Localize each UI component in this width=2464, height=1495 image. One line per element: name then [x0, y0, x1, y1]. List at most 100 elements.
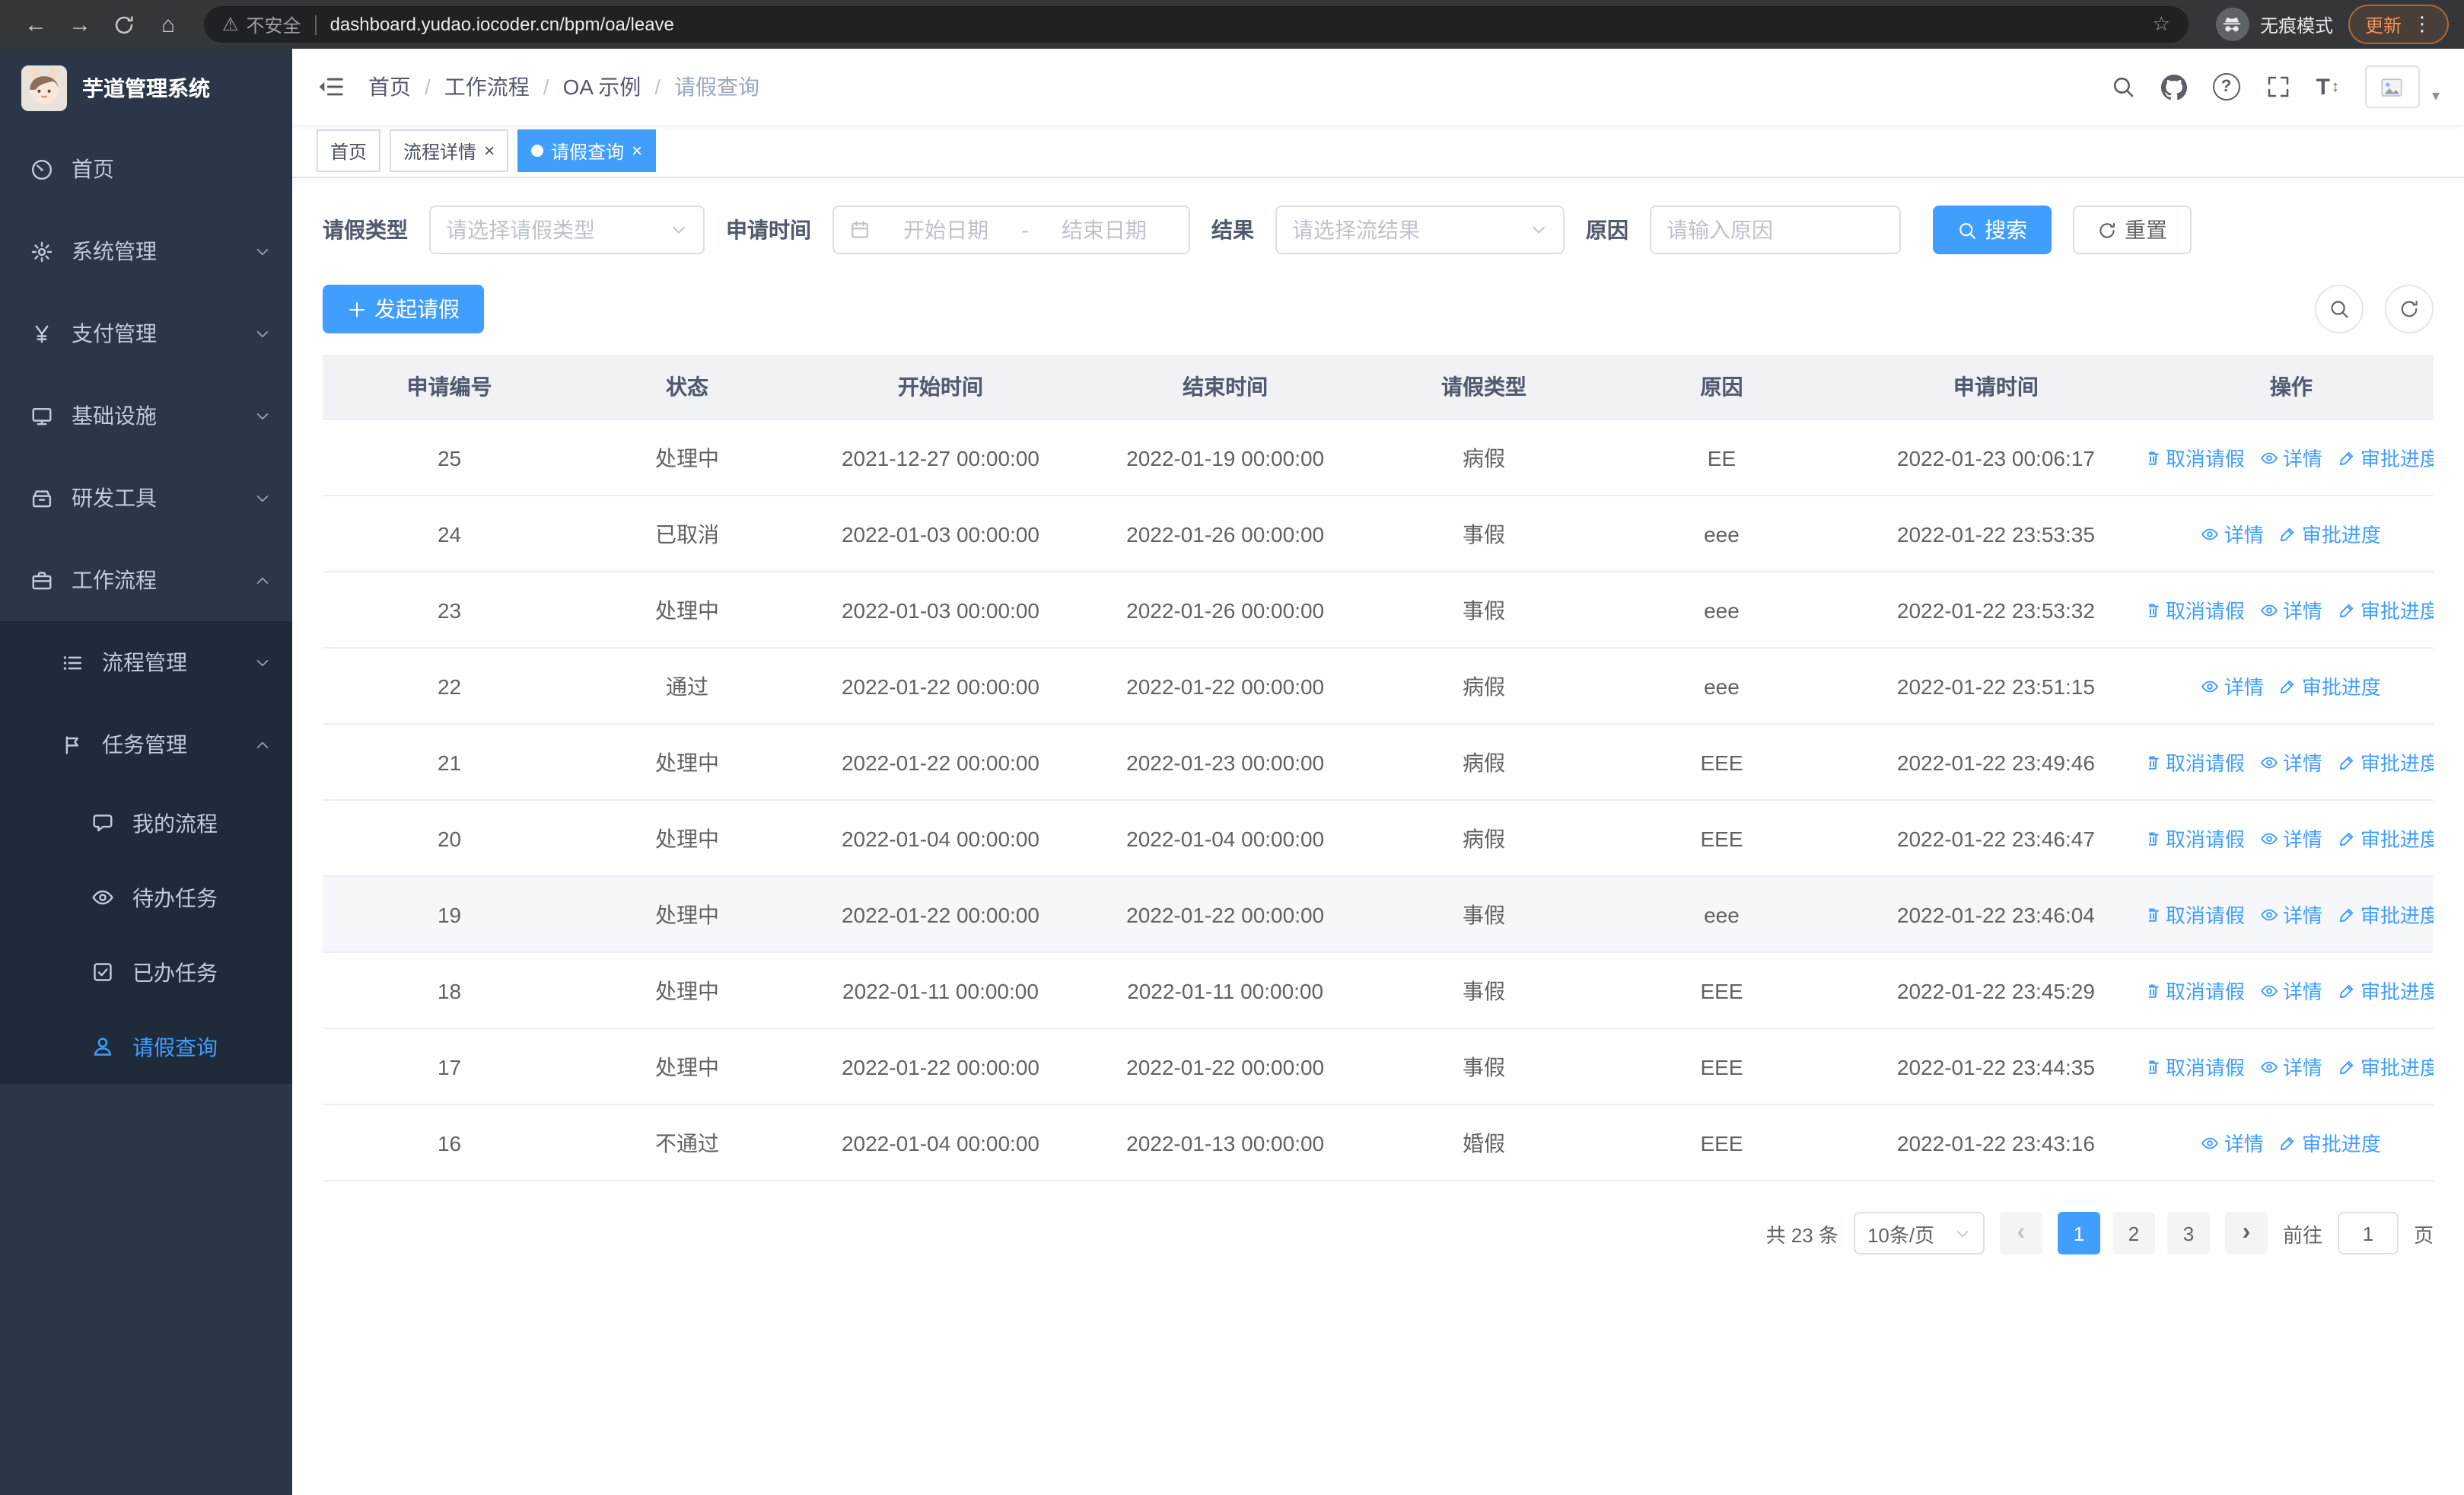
- detail-action-link[interactable]: 详情: [2260, 595, 2322, 624]
- toggle-search-button[interactable]: [2315, 285, 2364, 333]
- tag-1[interactable]: 首页: [317, 129, 381, 172]
- next-page-button[interactable]: ›: [2224, 1212, 2268, 1254]
- close-tag-icon[interactable]: ×: [484, 142, 495, 160]
- table-row: 25 处理中 2021-12-27 00:00:00 2022-01-19 00:00…: [323, 419, 2434, 496]
- table-row: 24 已取消 2022-01-03 00:00:00 2022-01-26 00:00…: [323, 496, 2434, 572]
- back-icon[interactable]: ←: [15, 4, 56, 45]
- reason-input[interactable]: [1650, 206, 1901, 254]
- cell-end-time: 2022-01-22 00:00:00: [1083, 1028, 1368, 1105]
- navbar-actions: ? T ↕ ▾: [2111, 65, 2440, 108]
- tag-2[interactable]: 流程详情 ×: [390, 129, 509, 172]
- breadcrumb-item[interactable]: 首页: [368, 72, 411, 102]
- sidebar-item-9[interactable]: 我的流程: [0, 786, 292, 860]
- apply-time-range-picker[interactable]: 开始日期 - 结束日期: [832, 206, 1190, 254]
- collapse-sidebar-icon[interactable]: [317, 73, 344, 100]
- refresh-table-button[interactable]: [2385, 285, 2434, 333]
- cell-actions: 详情 审批进度: [2148, 496, 2434, 572]
- cancel-action-link[interactable]: 取消请假: [2148, 595, 2245, 624]
- detail-action-link[interactable]: 详情: [2201, 671, 2264, 700]
- sidebar-item-11[interactable]: 已办任务: [0, 935, 292, 1009]
- help-icon[interactable]: ?: [2212, 73, 2240, 100]
- bookmark-star-icon[interactable]: ☆: [2153, 12, 2170, 37]
- sidebar: 芋道管理系统 首页 系统管理 支付管理 基础设施 研发工具 工作流程 流程管理 任务管理 我的流…: [0, 49, 292, 1495]
- progress-action-link[interactable]: 审批进度: [2279, 671, 2381, 700]
- create-leave-button[interactable]: 发起请假: [323, 285, 484, 333]
- actions-group: 取消请假 详情 审批进度: [2148, 976, 2434, 1005]
- cancel-action-link[interactable]: 取消请假: [2148, 976, 2245, 1005]
- fullscreen-icon[interactable]: [2266, 75, 2291, 99]
- user-avatar[interactable]: [2364, 65, 2420, 108]
- end-date-field[interactable]: 结束日期: [1035, 215, 1173, 245]
- cancel-action-link[interactable]: 取消请假: [2148, 824, 2245, 853]
- sidebar-item-5[interactable]: 研发工具: [0, 457, 292, 539]
- progress-action-link[interactable]: 审批进度: [2338, 976, 2434, 1005]
- cancel-action-link[interactable]: 取消请假: [2148, 900, 2245, 929]
- update-button[interactable]: 更新 ⋮: [2348, 5, 2449, 44]
- plus-icon: [347, 299, 367, 319]
- cancel-action-label: 取消请假: [2165, 600, 2245, 623]
- cell-end-time: 2022-01-26 00:00:00: [1083, 572, 1368, 649]
- address-bar[interactable]: ⚠ 不安全 dashboard.yudao.iocoder.cn/bpm/oa/…: [204, 6, 2189, 43]
- reset-button[interactable]: 重置: [2073, 206, 2192, 254]
- page-size-select[interactable]: 10条/页: [1853, 1212, 1985, 1254]
- sidebar-item-2[interactable]: 系统管理: [0, 210, 292, 292]
- pagination-total: 共 23 条: [1765, 1223, 1838, 1246]
- close-tag-icon[interactable]: ×: [632, 142, 642, 160]
- leave-type-select[interactable]: 请选择请假类型: [429, 206, 705, 254]
- result-select[interactable]: 请选择流结果: [1275, 206, 1565, 254]
- page-2-button[interactable]: 2: [2112, 1212, 2155, 1254]
- progress-action-link[interactable]: 审批进度: [2338, 443, 2434, 472]
- sidebar-item-8[interactable]: 任务管理: [0, 703, 292, 786]
- search-button[interactable]: 搜索: [1933, 206, 2052, 254]
- detail-action-link[interactable]: 详情: [2260, 1052, 2322, 1081]
- detail-action-link[interactable]: 详情: [2260, 748, 2322, 776]
- browser-menu-icon[interactable]: ⋮: [2412, 12, 2432, 37]
- forward-icon[interactable]: →: [59, 4, 100, 45]
- progress-action-link[interactable]: 审批进度: [2338, 900, 2434, 929]
- detail-action-link[interactable]: 详情: [2260, 900, 2322, 929]
- sidebar-item-3[interactable]: 支付管理: [0, 292, 292, 375]
- page-3-button[interactable]: 3: [2166, 1212, 2210, 1254]
- cell-reason: EEE: [1600, 1105, 1844, 1181]
- app-logo[interactable]: 芋道管理系统: [0, 49, 292, 128]
- cancel-action-link[interactable]: 取消请假: [2148, 748, 2245, 776]
- sidebar-item-10[interactable]: 待办任务: [0, 860, 292, 935]
- detail-action-link[interactable]: 详情: [2201, 1128, 2264, 1157]
- goto-page-input[interactable]: [2337, 1212, 2399, 1254]
- font-size-icon[interactable]: T ↕: [2316, 74, 2339, 100]
- detail-action-link[interactable]: 详情: [2201, 519, 2264, 548]
- sidebar-item-6[interactable]: 工作流程: [0, 539, 292, 621]
- cancel-action-link[interactable]: 取消请假: [2148, 1052, 2245, 1081]
- incognito-icon: [2215, 8, 2249, 41]
- github-icon[interactable]: [2160, 74, 2187, 100]
- progress-action-link[interactable]: 审批进度: [2338, 595, 2434, 624]
- tag-3[interactable]: 请假查询 ×: [517, 129, 657, 172]
- progress-action-link[interactable]: 审批进度: [2279, 1128, 2381, 1157]
- sidebar-item-7[interactable]: 流程管理: [0, 621, 292, 703]
- page-buttons: 123: [2057, 1212, 2210, 1254]
- reload-icon[interactable]: [103, 4, 145, 45]
- page-1-button[interactable]: 1: [2057, 1212, 2100, 1254]
- progress-action-link[interactable]: 审批进度: [2338, 748, 2434, 776]
- progress-action-link[interactable]: 审批进度: [2338, 824, 2434, 853]
- prev-page-button[interactable]: ‹: [1999, 1212, 2042, 1254]
- progress-action-link[interactable]: 审批进度: [2279, 519, 2381, 548]
- tag-label: 流程详情: [403, 141, 477, 162]
- cell-status: 处理中: [576, 800, 798, 877]
- cancel-action-link[interactable]: 取消请假: [2148, 443, 2245, 472]
- header-search-icon[interactable]: [2111, 75, 2135, 99]
- detail-action-link[interactable]: 详情: [2260, 824, 2322, 853]
- sidebar-item-1[interactable]: 首页: [0, 128, 292, 210]
- detail-action-link[interactable]: 详情: [2260, 443, 2322, 472]
- detail-action-link[interactable]: 详情: [2260, 976, 2322, 1005]
- progress-action-link[interactable]: 审批进度: [2338, 1052, 2434, 1081]
- start-date-field[interactable]: 开始日期: [877, 215, 1015, 245]
- cell-status: 处理中: [576, 876, 798, 953]
- leave-table: 申请编号 状态 开始时间 结束时间 请假类型 原因 申请时间 操作 25 处理中 2021-12-…: [323, 355, 2434, 1181]
- breadcrumb-item[interactable]: 工作流程: [444, 72, 530, 102]
- breadcrumb-item[interactable]: OA 示例: [563, 72, 641, 102]
- sidebar-item-4[interactable]: 基础设施: [0, 375, 292, 457]
- home-icon[interactable]: ⌂: [148, 4, 189, 45]
- breadcrumb-separator: /: [425, 75, 431, 99]
- sidebar-item-12[interactable]: 请假查询: [0, 1009, 292, 1084]
